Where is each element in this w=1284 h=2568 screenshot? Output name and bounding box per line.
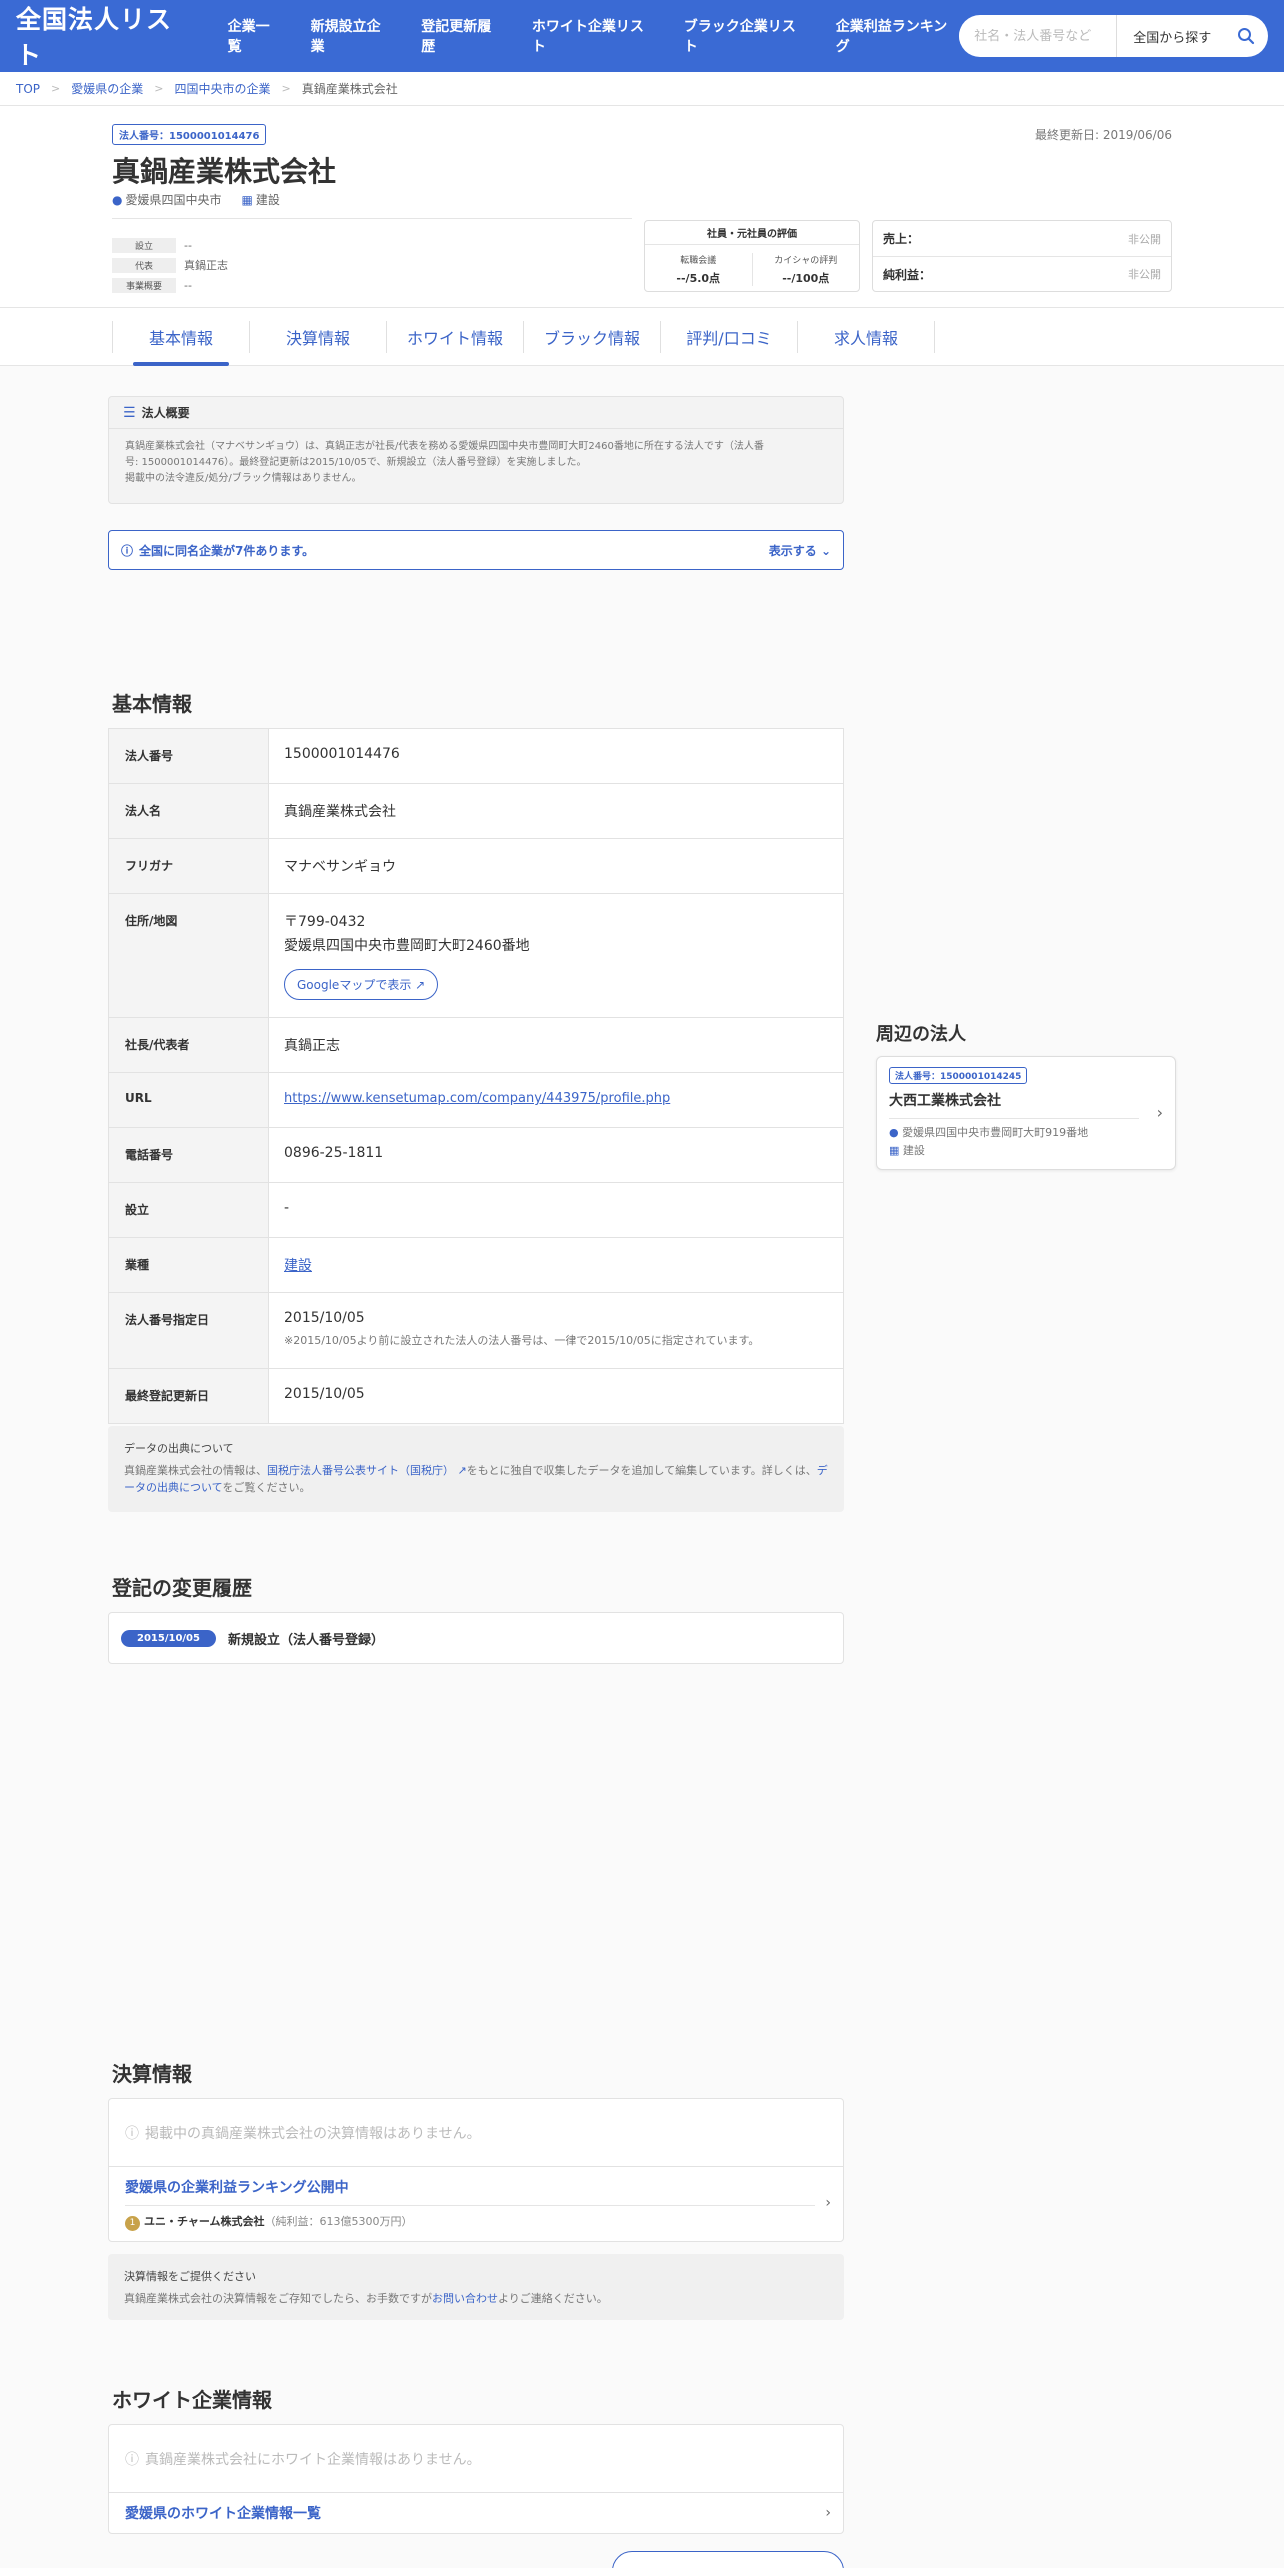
table-row: 最終登記更新日 2015/10/05 — [108, 1368, 844, 1424]
info-icon: ⓘ — [125, 2451, 139, 2468]
overview-title: 法人概要 — [141, 406, 190, 420]
nearby-industry: 建設 — [902, 1144, 925, 1157]
rank-badge: 1 — [125, 2216, 140, 2231]
source-text: 真鍋産業株式会社の情報は、国税庁法人番号公表サイト（国税庁） ↗をもとに独自で収… — [124, 1463, 828, 1495]
basic-info-table: 法人番号 1500001014476 法人名 真鍋産業株式会社 フリガナ マナベサンギ… — [108, 728, 844, 1424]
finance-summary-box: 売上： 非公開 純利益： 非公開 — [872, 220, 1172, 292]
info-icon: ⓘ — [121, 543, 134, 558]
table-row: 住所/地図 〒799-0432 愛媛県四国中央市豊岡町大町2460番地 Goog… — [108, 893, 844, 1018]
more-button[interactable] — [612, 2551, 844, 2568]
evaluation-tenshoku[interactable]: 転職会議 --/5.0点 — [645, 253, 752, 286]
evaluation-kaisha[interactable]: カイシャの評判 --/100点 — [751, 253, 860, 286]
nearby-address: 愛媛県四国中央市豊岡町大町919番地 — [902, 1126, 1089, 1139]
table-row: URL https://www.kensetumap.com/company/44… — [108, 1072, 844, 1128]
white-empty: 真鍋産業株式会社にホワイト企業情報はありません。 — [145, 2451, 481, 2468]
white-section: ⓘ 真鍋産業株式会社にホワイト企業情報はありません。 愛媛県のホワイト企業情報一覧… — [108, 2424, 844, 2534]
table-row: 法人番号 1500001014476 — [108, 728, 844, 784]
finance-section: ⓘ 掲載中の真鍋産業株式会社の決算情報はありません。 愛媛県の企業利益ランキング公… — [108, 2098, 844, 2242]
nta-link[interactable]: 国税庁法人番号公表サイト（国税庁） — [267, 1464, 454, 1477]
summary-row: 事業概要 -- — [112, 275, 228, 295]
company-overview: ☰ 法人概要 真鍋産業株式会社（マナベサンギョウ）は、真鍋正志が社長/代表を務める… — [108, 396, 844, 504]
tab-white[interactable]: ホワイト情報 — [387, 308, 523, 366]
external-link-icon: ↗ — [415, 978, 426, 992]
table-row: 業種 建設 — [108, 1237, 844, 1293]
last-updated: 最終更新日: 2019/06/06 — [1034, 128, 1172, 142]
company-location: ● 愛媛県四国中央市 — [112, 193, 222, 207]
finance-request-text: 真鍋産業株式会社の決算情報をご存知でしたら、お手数ですがお問い合わせよりご連絡く… — [124, 2291, 608, 2305]
external-link-icon: ↗ — [454, 1463, 467, 1477]
nearby-company-name: 大西工業株式会社 — [889, 1090, 1139, 1119]
building-icon: ▦ — [241, 193, 253, 207]
history-item: 2015/10/05 新規設立（法人番号登録） — [108, 1612, 844, 1664]
company-header: 法人番号：1500001014476 最終更新日: 2019/06/06 真鍋産… — [0, 106, 1284, 308]
same-name-text: 全国に同名企業が7件あります。 — [139, 543, 315, 558]
building-icon: ▦ — [889, 1144, 903, 1157]
history-date-badge: 2015/10/05 — [121, 1629, 216, 1647]
table-row: 電話番号 0896-25-1811 — [108, 1127, 844, 1183]
table-row: フリガナ マナベサンギョウ — [108, 838, 844, 894]
designation-note: ※2015/10/05より前に設立された法人の法人番号は、一律で2015/10/… — [284, 1334, 760, 1347]
industry-link[interactable]: 建設 — [284, 1258, 312, 1274]
info-icon: ⓘ — [125, 2125, 139, 2142]
white-list-link[interactable]: 愛媛県のホワイト企業情報一覧 › — [109, 2493, 843, 2533]
rank-profit: （純利益：613億5300万円） — [264, 2215, 413, 2228]
tab-jobs[interactable]: 求人情報 — [798, 308, 934, 366]
company-summary: 設立 -- 代表 真鍋正志 事業概要 -- — [112, 235, 228, 295]
menu-icon: ☰ — [123, 404, 136, 421]
table-row: 法人名 真鍋産業株式会社 — [108, 783, 844, 839]
postal-code: 〒799-0432 — [284, 914, 366, 930]
chevron-right-icon: › — [825, 2505, 831, 2521]
evaluation-title: 社員・元社員の評価 — [645, 221, 859, 245]
company-meta: ● 愛媛県四国中央市 ▦ 建設 — [112, 191, 280, 208]
table-row: 設立 - — [108, 1182, 844, 1238]
basic-info-title: 基本情報 — [112, 692, 192, 716]
contact-link[interactable]: お問い合わせ — [432, 2292, 498, 2305]
summary-row: 代表 真鍋正志 — [112, 255, 228, 275]
table-row: 法人番号指定日 2015/10/05 ※2015/10/05より前に設立された法人の… — [108, 1292, 844, 1369]
corp-number-badge: 法人番号：1500001014476 — [112, 124, 267, 145]
divider — [112, 218, 632, 219]
overview-text: 掲載中の法令違反/処分/ブラック情報はありません。 — [125, 473, 362, 484]
finance-request-title: 決算情報をご提供ください — [124, 2270, 256, 2283]
tab-finance[interactable]: 決算情報 — [250, 308, 386, 366]
section-tabs: 基本情報 決算情報 ホワイト情報 ブラック情報 評判/口コミ 求人情報 — [0, 308, 1284, 366]
finance-request: 決算情報をご提供ください 真鍋産業株式会社の決算情報をご存知でしたら、お手数です… — [108, 2254, 844, 2320]
finance-title: 決算情報 — [112, 2062, 192, 2086]
same-name-toggle[interactable]: 表示する ⌄ — [769, 542, 831, 559]
chevron-right-icon: › — [1156, 1103, 1163, 1122]
history-title: 登記の変更履歴 — [112, 1576, 252, 1600]
sales-row: 売上： 非公開 — [883, 232, 1161, 246]
chevron-right-icon: › — [825, 2195, 831, 2211]
data-source-note: データの出典について 真鍋産業株式会社の情報は、国税庁法人番号公表サイト（国税庁… — [108, 1426, 844, 1512]
profit-row: 純利益： 非公開 — [873, 256, 1171, 291]
finance-empty: 掲載中の真鍋産業株式会社の決算情報はありません。 — [145, 2125, 481, 2142]
google-map-button[interactable]: Googleマップで表示 ↗ — [284, 969, 439, 1000]
white-title: ホワイト企業情報 — [112, 2388, 272, 2412]
summary-row: 設立 -- — [112, 235, 228, 255]
nearby-title: 周辺の法人 — [876, 1024, 966, 1045]
history-text: 新規設立（法人番号登録） — [227, 1632, 384, 1648]
tab-basic[interactable]: 基本情報 — [113, 308, 249, 366]
rank-company: ユニ・チャーム株式会社 — [144, 2215, 265, 2228]
tab-reviews[interactable]: 評判/口コミ — [661, 308, 797, 366]
map-pin-icon: ● — [112, 193, 123, 207]
basic-info-table-wrap: 法人番号 1500001014476 法人名 真鍋産業株式会社 フリガナ マナベサンギ… — [108, 728, 844, 1424]
same-name-notice[interactable]: ⓘ 全国に同名企業が7件あります。 表示する ⌄ — [108, 530, 844, 570]
table-row: 社長/代表者 真鍋正志 — [108, 1017, 844, 1073]
nearby-corp-number: 法人番号：1500001014245 — [889, 1067, 1028, 1084]
company-industry: ▦ 建設 — [241, 193, 280, 207]
tab-black[interactable]: ブラック情報 — [524, 308, 660, 366]
employee-evaluation-box: 社員・元社員の評価 転職会議 --/5.0点 カイシャの評判 --/100点 — [644, 220, 860, 292]
map-pin-icon: ● — [889, 1126, 903, 1139]
overview-text: 号: 1500001014476）。最終登記更新は2015/10/05で、新規設… — [125, 457, 587, 468]
ranking-link-title: 愛媛県の企業利益ランキング公開中 — [125, 2177, 815, 2206]
nearby-company-card[interactable]: 法人番号：1500001014245 大西工業株式会社 ● 愛媛県四国中央市豊岡… — [876, 1056, 1176, 1170]
company-url-link[interactable]: https://www.kensetumap.com/company/44397… — [284, 1091, 670, 1106]
ranking-link[interactable]: 愛媛県の企業利益ランキング公開中 1 ユニ・チャーム株式会社（純利益：613億53… — [109, 2167, 843, 2241]
source-title: データの出典について — [124, 1442, 234, 1455]
chevron-down-icon: ⌄ — [820, 543, 831, 558]
company-name: 真鍋産業株式会社 — [112, 155, 337, 188]
overview-text: 真鍋産業株式会社（マナベサンギョウ）は、真鍋正志が社長/代表を務める愛媛県四国中… — [125, 441, 764, 452]
address: 愛媛県四国中央市豊岡町大町2460番地 — [284, 938, 530, 954]
